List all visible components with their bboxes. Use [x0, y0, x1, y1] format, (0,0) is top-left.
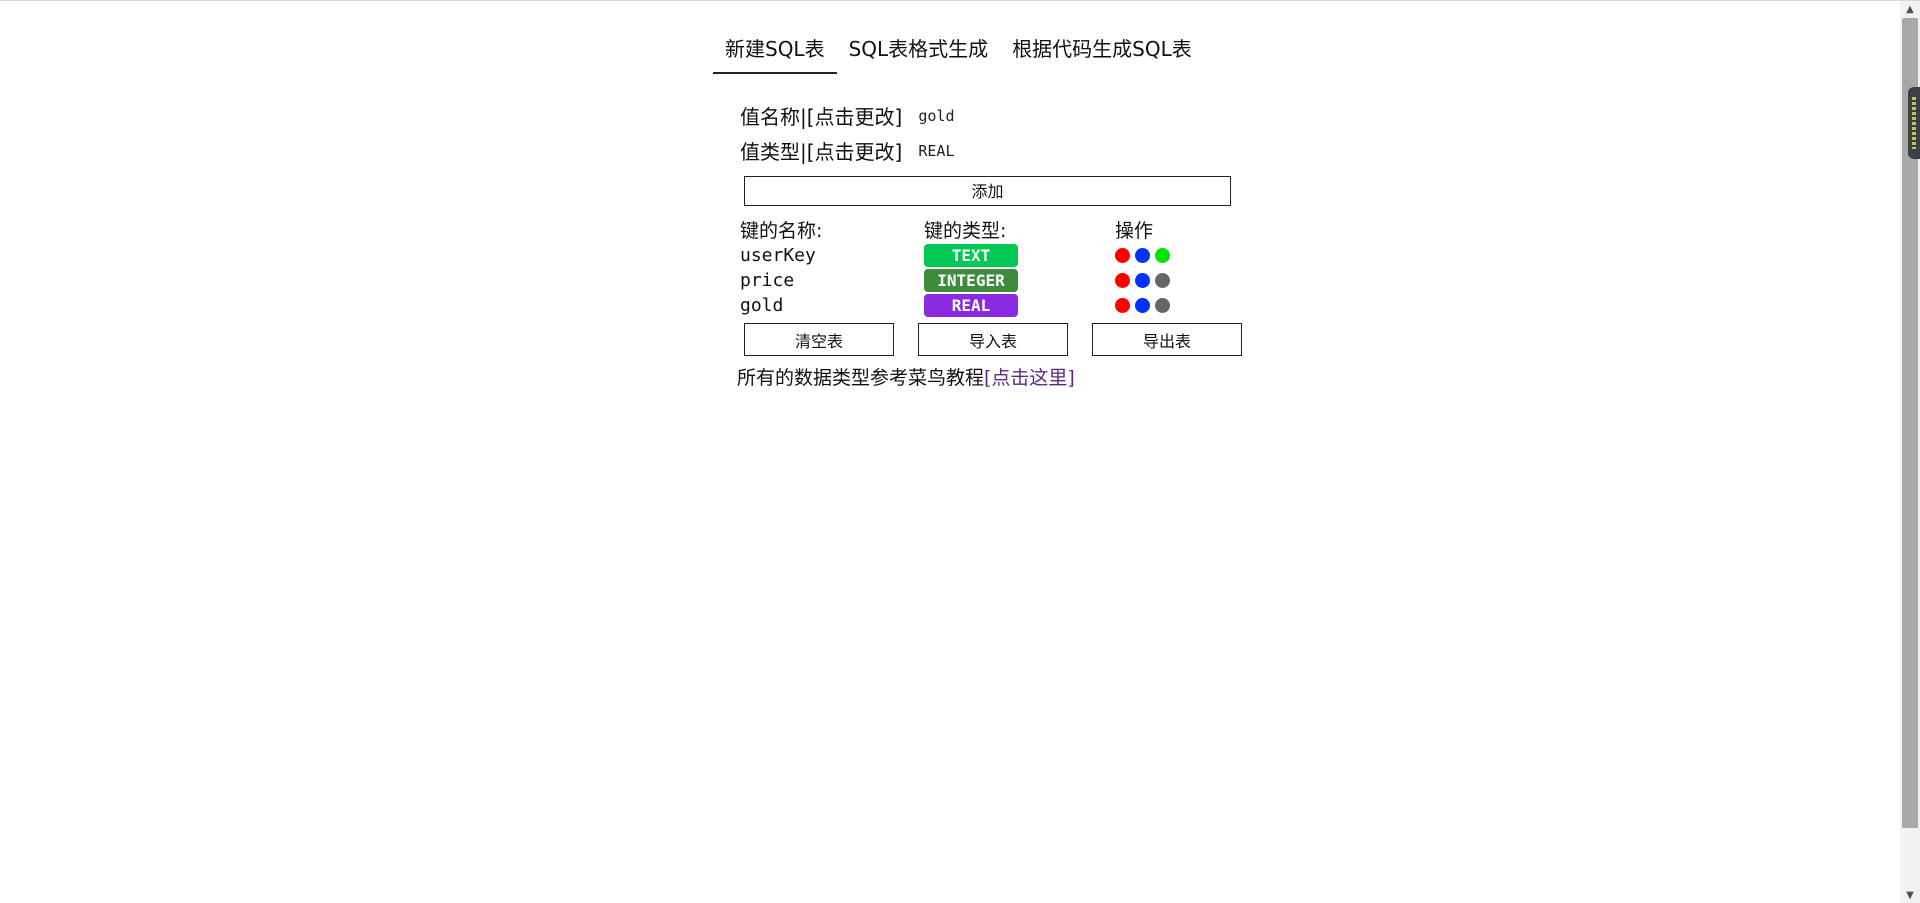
value-name-change-link[interactable]: [点击更改]: [807, 101, 903, 130]
page: 新建SQL表 SQL表格式生成 根据代码生成SQL表 值名称| [点击更改] g…: [0, 0, 1920, 903]
reference-text: 所有的数据类型参考菜鸟教程: [737, 367, 985, 389]
value-name-row: 值名称| [点击更改] gold: [740, 101, 954, 130]
type-badge: REAL: [924, 294, 1018, 317]
value-type-current: REAL: [918, 141, 955, 160]
tab-sql-format-generate[interactable]: SQL表格式生成: [837, 29, 1001, 74]
value-type-label: 值类型|: [740, 140, 807, 164]
primary-key-dot-icon[interactable]: [1155, 298, 1170, 313]
value-name-current: gold: [918, 106, 955, 125]
key-table-header: 键的名称: 键的类型: 操作: [740, 215, 1240, 243]
edit-dot-icon[interactable]: [1135, 273, 1150, 288]
header-key-name: 键的名称:: [740, 219, 823, 242]
key-type-cell: INTEGER: [924, 269, 1115, 292]
reference-link[interactable]: [点击这里]: [984, 367, 1075, 389]
operations-cell: [1115, 298, 1235, 313]
value-type-change-link[interactable]: [点击更改]: [807, 136, 903, 165]
value-type-row: 值类型| [点击更改] REAL: [740, 136, 954, 165]
side-panel-bars-icon: [1912, 97, 1916, 149]
header-operations: 操作: [1115, 219, 1154, 242]
side-panel-handle-icon[interactable]: [1908, 87, 1920, 159]
reference-note: 所有的数据类型参考菜鸟教程[点击这里]: [737, 363, 1075, 390]
tab-generate-from-code[interactable]: 根据代码生成SQL表: [1000, 29, 1204, 74]
delete-dot-icon[interactable]: [1115, 273, 1130, 288]
table-row: gold REAL: [740, 293, 1240, 318]
operations-cell: [1115, 273, 1235, 288]
tab-bar: 新建SQL表 SQL表格式生成 根据代码生成SQL表: [713, 29, 1204, 74]
operations-cell: [1115, 248, 1235, 263]
table-row: price INTEGER: [740, 268, 1240, 293]
value-name-label: 值名称|: [740, 105, 807, 129]
primary-key-dot-icon[interactable]: [1155, 273, 1170, 288]
primary-key-dot-icon[interactable]: [1155, 248, 1170, 263]
edit-dot-icon[interactable]: [1135, 248, 1150, 263]
table-actions: 清空表 导入表 导出表: [744, 323, 1266, 356]
table-row: userKey TEXT: [740, 243, 1240, 268]
type-badge: INTEGER: [924, 269, 1018, 292]
key-name-cell: userKey: [740, 245, 816, 266]
scroll-down-icon[interactable]: ▼: [1900, 887, 1920, 903]
clear-table-button[interactable]: 清空表: [744, 323, 894, 356]
delete-dot-icon[interactable]: [1115, 248, 1130, 263]
edit-dot-icon[interactable]: [1135, 298, 1150, 313]
add-button[interactable]: 添加: [744, 176, 1231, 206]
header-key-type: 键的类型:: [924, 219, 1007, 242]
key-type-cell: REAL: [924, 294, 1115, 317]
scroll-up-icon[interactable]: ▲: [1900, 1, 1920, 18]
key-name-cell: gold: [740, 295, 784, 316]
type-badge: TEXT: [924, 244, 1018, 267]
delete-dot-icon[interactable]: [1115, 298, 1130, 313]
export-table-button[interactable]: 导出表: [1092, 323, 1242, 356]
key-name-cell: price: [740, 270, 795, 291]
import-table-button[interactable]: 导入表: [918, 323, 1068, 356]
key-type-cell: TEXT: [924, 244, 1115, 267]
tab-new-sql-table[interactable]: 新建SQL表: [713, 29, 837, 74]
key-table: 键的名称: 键的类型: 操作 userKey TEXT price INTEGE…: [740, 215, 1240, 318]
